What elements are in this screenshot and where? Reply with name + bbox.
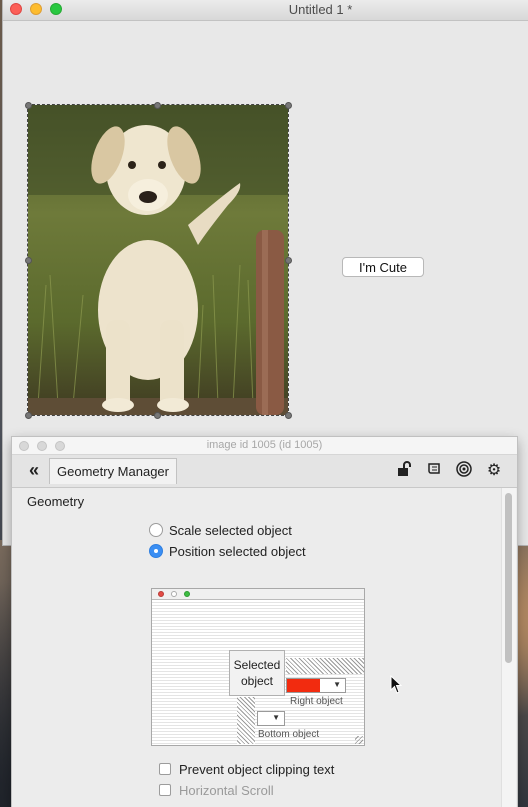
lock-icon[interactable]	[394, 461, 414, 481]
checkbox-label: Prevent object clipping text	[179, 761, 335, 777]
inspector-palette: image id 1005 (id 1005) « Geometry Manag…	[12, 437, 517, 807]
window-title: Untitled 1 *	[288, 2, 353, 17]
checkbox-horizontal-scroll[interactable]: Horizontal Scroll	[159, 782, 274, 798]
right-object-label: Right object	[290, 696, 343, 707]
palette-titlebar[interactable]: image id 1005 (id 1005)	[12, 437, 517, 455]
resize-handle-left[interactable]	[25, 257, 32, 264]
dropdown-arrow-icon: ▼	[333, 680, 341, 689]
resize-handle-top-right[interactable]	[285, 102, 292, 109]
checkbox-label: Horizontal Scroll	[179, 782, 274, 798]
resize-handle-top[interactable]	[154, 102, 161, 109]
radio-label: Position selected object	[169, 543, 306, 559]
puppy-image[interactable]	[27, 104, 289, 416]
section-heading: Geometry	[27, 494, 85, 509]
right-object-widget[interactable]: ▼	[286, 678, 346, 693]
radio-position-selected-object[interactable]: Position selected object	[149, 543, 306, 559]
left-edge-hatch[interactable]	[237, 697, 255, 744]
resize-handle-top-left[interactable]	[25, 102, 32, 109]
checkbox[interactable]	[159, 763, 171, 775]
resize-grip-icon	[355, 736, 363, 744]
script-icon[interactable]	[424, 461, 444, 481]
radio-button[interactable]	[149, 523, 163, 537]
target-icon[interactable]	[454, 461, 474, 481]
checkbox[interactable]	[159, 784, 171, 796]
selected-label-line2: object	[240, 674, 274, 688]
diagram-titlebar	[152, 589, 364, 600]
palette-scrollbar[interactable]	[501, 488, 516, 807]
im-cute-button[interactable]: I'm Cute	[342, 257, 424, 277]
resize-handle-bottom-left[interactable]	[25, 412, 32, 419]
resize-handle-bottom-right[interactable]	[285, 412, 292, 419]
mouse-pointer-icon	[390, 675, 403, 694]
gear-icon[interactable]: ⚙	[484, 461, 504, 481]
radio-scale-selected-object[interactable]: Scale selected object	[149, 522, 292, 538]
double-chevron-left-icon[interactable]: «	[24, 459, 44, 481]
diagram-min-dot	[171, 591, 177, 597]
selected-object-box[interactable]: Selected object	[229, 650, 285, 696]
scrollbar-thumb[interactable]	[505, 493, 512, 663]
selected-label-line1: Selected	[233, 658, 281, 672]
bottom-object-widget[interactable]: ▼	[257, 711, 285, 726]
checkbox-prevent-clipping[interactable]: Prevent object clipping text	[159, 761, 334, 777]
resize-handle-bottom[interactable]	[154, 412, 161, 419]
top-edge-hatch[interactable]	[286, 658, 364, 674]
window-titlebar[interactable]: Untitled 1 *	[3, 0, 528, 21]
palette-toolbar: « Geometry Manager ⚙	[12, 455, 517, 488]
diagram-close-dot	[158, 591, 164, 597]
tab-geometry-manager[interactable]: Geometry Manager	[49, 458, 177, 484]
right-object-fill	[287, 679, 320, 692]
geometry-diagram: Selected object ▼ Right object ▼ Bottom …	[151, 588, 365, 746]
palette-title: image id 1005 (id 1005)	[206, 439, 323, 451]
radio-label: Scale selected object	[169, 522, 292, 538]
diagram-max-dot	[184, 591, 190, 597]
radio-button-selected[interactable]	[149, 544, 163, 558]
geometry-pane: Geometry Scale selected object Position …	[12, 488, 501, 807]
resize-handle-right[interactable]	[285, 257, 292, 264]
dropdown-arrow-icon: ▼	[272, 713, 280, 722]
bottom-object-label: Bottom object	[258, 729, 320, 740]
puppy-photo	[28, 105, 288, 415]
